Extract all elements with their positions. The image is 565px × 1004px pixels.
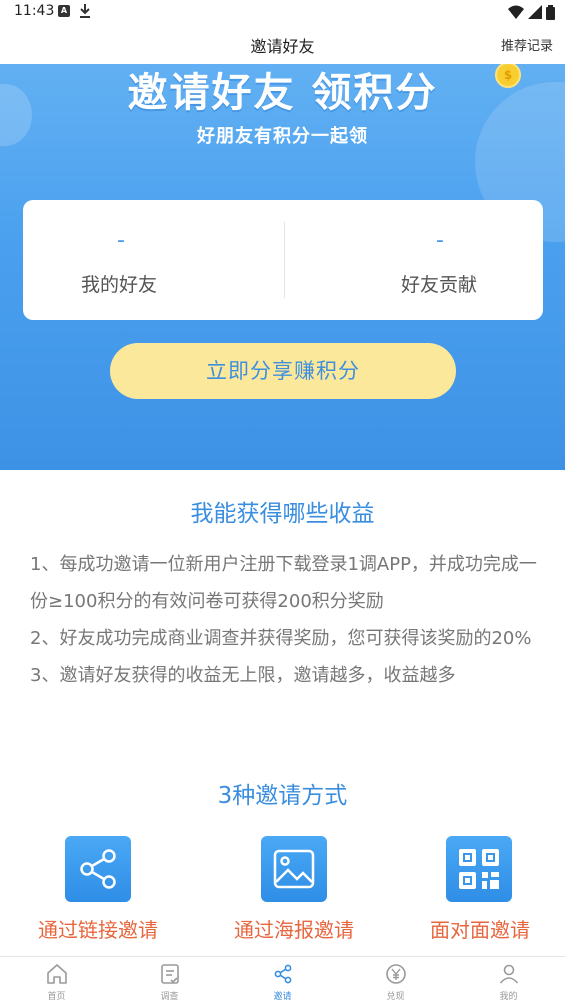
tab-redeem[interactable]: 兑现 [339, 957, 452, 1004]
invite-by-poster[interactable]: 通过海报邀请 [224, 836, 364, 946]
survey-icon [160, 964, 179, 984]
stats-card: - 我的好友 - 好友贡献 [23, 200, 543, 320]
invite-by-poster-label: 通过海报邀请 [234, 918, 354, 942]
invite-methods-title: 3种邀请方式 [217, 783, 348, 809]
share-icon [274, 964, 291, 984]
benefit-item: 2、好友成功完成商业调查并获得奖励，您可获得该奖励的20% [30, 628, 532, 649]
tab-home-label: 首页 [47, 992, 66, 1002]
signal-icon [528, 5, 542, 19]
tab-survey-label: 调查 [160, 992, 179, 1002]
friend-contribution-value: - [436, 228, 444, 253]
tab-survey[interactable]: 调查 [113, 957, 226, 1004]
benefits-list: 1、每成功邀请一位新用户注册下载登录1调APP，并成功完成一份≥100积分的有效… [30, 546, 540, 694]
hero-title: 邀请好友 领积分 [127, 70, 438, 116]
nav-bar: 邀请好友 推荐记录 [0, 24, 565, 64]
status-bar: 11:43 A [0, 0, 565, 24]
invite-face-to-face[interactable]: 面对面邀请 [410, 836, 550, 946]
recommend-records-link[interactable]: 推荐记录 [501, 35, 553, 54]
share-earn-points-button[interactable]: 立即分享赚积分 [110, 343, 456, 399]
download-icon [80, 4, 90, 18]
tab-mine-label: 我的 [499, 992, 518, 1002]
a-icon: A [58, 5, 70, 17]
invite-by-link-label: 通过链接邀请 [38, 918, 158, 942]
yen-icon [385, 964, 406, 984]
tab-invite[interactable]: 邀请 [226, 957, 339, 1004]
tab-mine[interactable]: 我的 [452, 957, 565, 1004]
tab-bar: 首页 调查 邀请 兑现 我的 [0, 956, 565, 1004]
tab-invite-label: 邀请 [273, 992, 292, 1002]
hero-subtitle: 好朋友有积分一起领 [197, 126, 368, 147]
hero-banner: $ 邀请好友 领积分 好朋友有积分一起领 - 我的好友 - 好友贡献 立即分享赚… [0, 64, 565, 470]
friend-contribution-stat[interactable]: - 好友贡献 [283, 200, 543, 320]
my-friends-value: - [117, 228, 125, 253]
my-friends-label: 我的好友 [81, 274, 158, 296]
invite-by-link[interactable]: 通过链接邀请 [28, 836, 168, 946]
friend-contribution-label: 好友贡献 [401, 274, 478, 296]
status-right-icons [508, 4, 555, 20]
invite-face-to-face-label: 面对面邀请 [430, 918, 530, 942]
battery-icon [546, 4, 555, 20]
user-icon [499, 964, 518, 984]
tab-redeem-label: 兑现 [386, 992, 405, 1002]
status-time: 11:43 [14, 3, 55, 19]
benefit-item: 3、邀请好友获得的收益无上限，邀请越多，收益越多 [30, 665, 456, 686]
qrcode-icon [446, 836, 512, 902]
share-icon [65, 836, 131, 902]
my-friends-stat[interactable]: - 我的好友 [23, 200, 283, 320]
home-icon [46, 964, 67, 984]
page-title: 邀请好友 [250, 37, 315, 56]
benefits-title: 我能获得哪些收益 [190, 501, 375, 527]
wifi-icon [508, 5, 524, 19]
tab-home[interactable]: 首页 [0, 957, 113, 1004]
benefit-item: 1、每成功邀请一位新用户注册下载登录1调APP，并成功完成一份≥100积分的有效… [30, 554, 537, 612]
image-icon [261, 836, 327, 902]
